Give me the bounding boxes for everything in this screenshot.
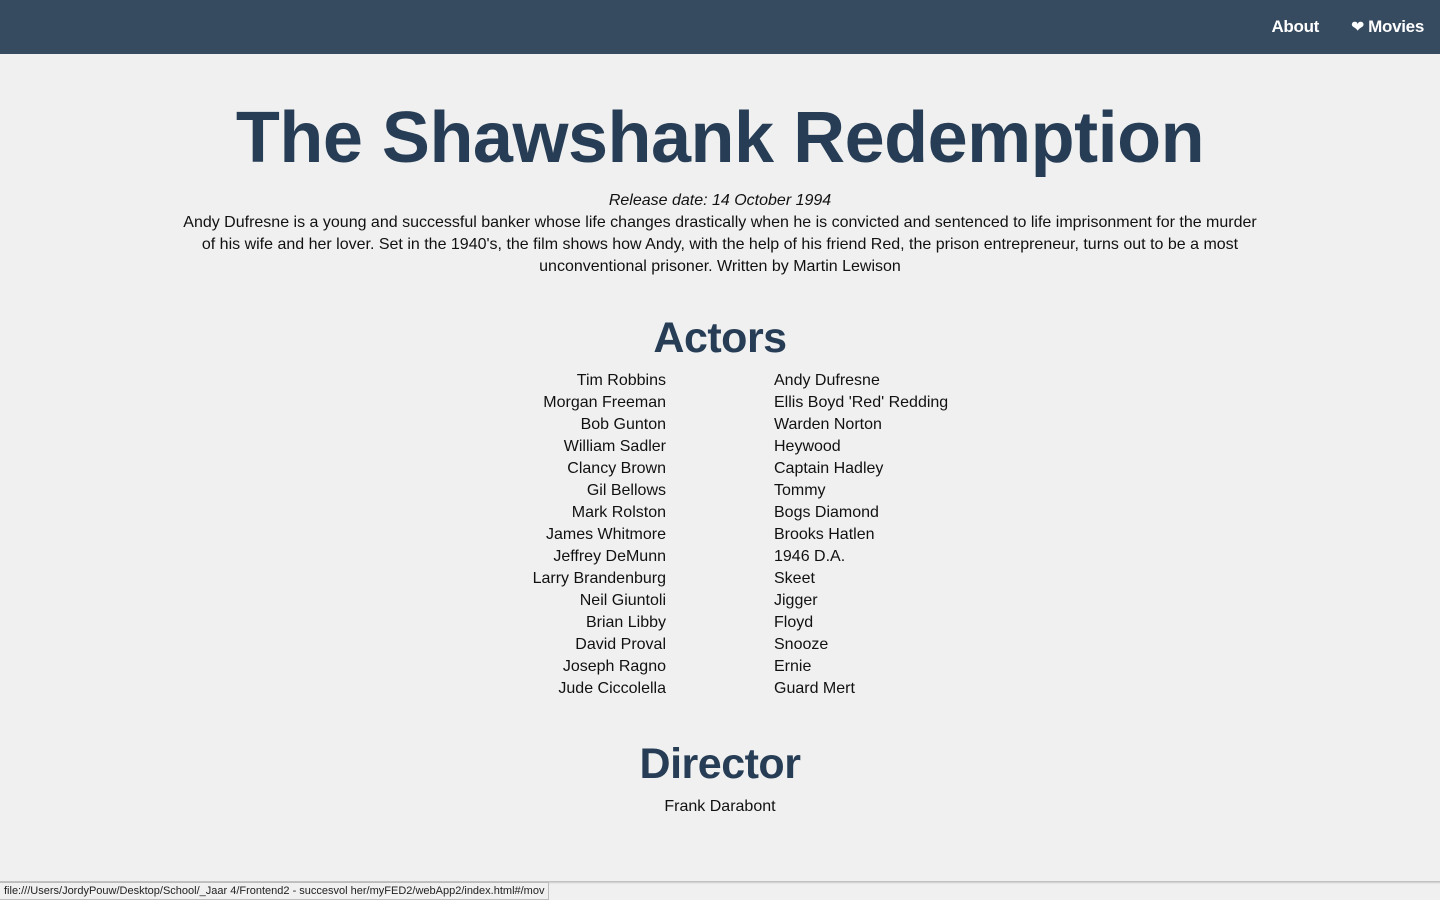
cast-row: William Sadler Heywood [366,436,1074,458]
actor-name: Larry Brandenburg [532,570,666,587]
actor-name: Gil Bellows [586,482,666,499]
cast-row: David Proval Snooze [366,634,1074,656]
actor-name: Tim Robbins [576,372,666,389]
cast-row: Joseph Ragno Ernie [366,656,1074,678]
cast-table: Tim Robbins Andy Dufresne Morgan Freeman El… [366,370,1074,700]
nav-links: About ❤ Movies [1271,0,1424,54]
nav-about-label: About [1271,17,1320,36]
character-name: Tommy [774,482,826,499]
character-name: Andy Dufresne [774,372,880,389]
actor-name: Clancy Brown [567,460,666,477]
top-navbar: About ❤ Movies [0,0,1440,54]
character-name: Guard Mert [774,680,855,697]
nav-link-movies[interactable]: ❤ Movies [1351,17,1424,37]
character-name: Floyd [774,614,814,631]
actor-name: William Sadler [563,438,666,455]
actor-name: Morgan Freeman [543,394,666,411]
cast-row: James Whitmore Brooks Hatlen [366,524,1074,546]
actor-name: James Whitmore [545,526,666,543]
cast-row: Mark Rolston Bogs Diamond [366,502,1074,524]
character-name: 1946 D.A. [774,548,846,565]
character-name: Warden Norton [774,416,882,433]
actor-name: Neil Giuntoli [579,592,666,609]
actor-name: Brian Libby [585,614,666,631]
movie-title: The Shawshank Redemption [235,98,1205,178]
actors-heading: Actors [653,314,787,362]
cast-row: Tim Robbins Andy Dufresne [366,370,1074,392]
character-name: Bogs Diamond [774,504,879,521]
nav-movies-label: Movies [1368,17,1424,36]
character-name: Heywood [774,438,841,455]
cast-list: Tim Robbins Andy Dufresne Morgan Freeman El… [366,370,1074,700]
cast-row: Jude Ciccolella Guard Mert [366,678,1074,700]
status-bar-url: file:///Users/JordyPouw/Desktop/School/_… [0,882,550,900]
cast-row: Clancy Brown Captain Hadley [366,458,1074,480]
character-name: Captain Hadley [774,460,884,477]
cast-row: Gil Bellows Tommy [366,480,1074,502]
release-date: Release date: 14 October 1994 [608,192,832,209]
character-name: Skeet [774,570,815,587]
actor-name: Joseph Ragno [562,658,666,675]
cast-row: Jeffrey DeMunn 1946 D.A. [366,546,1074,568]
character-name: Ernie [774,658,812,675]
character-name: Jigger [774,592,818,609]
director-name: Frank Darabont [664,798,776,815]
character-name: Ellis Boyd 'Red' Redding [774,394,949,411]
movie-detail: The Shawshank Redemption Release date: 1… [0,54,1440,818]
movie-description: Andy Dufresne is a young and successful … [183,214,1257,275]
cast-row: Neil Giuntoli Jigger [366,590,1074,612]
character-name: Brooks Hatlen [774,526,875,543]
actor-name: David Proval [575,636,666,653]
actor-name: Bob Gunton [580,416,666,433]
cast-row: Brian Libby Floyd [366,612,1074,634]
cast-row: Morgan Freeman Ellis Boyd 'Red' Redding [366,392,1074,414]
character-name: Snooze [774,636,829,653]
nav-link-about[interactable]: About [1271,17,1319,37]
actor-name: Jeffrey DeMunn [553,548,666,565]
director-heading: Director [639,740,801,788]
cast-row: Bob Gunton Warden Norton [366,414,1074,436]
actor-name: Jude Ciccolella [558,680,666,697]
cast-row: Larry Brandenburg Skeet [366,568,1074,590]
heart-icon: ❤ [1351,19,1365,36]
actor-name: Mark Rolston [571,504,666,521]
